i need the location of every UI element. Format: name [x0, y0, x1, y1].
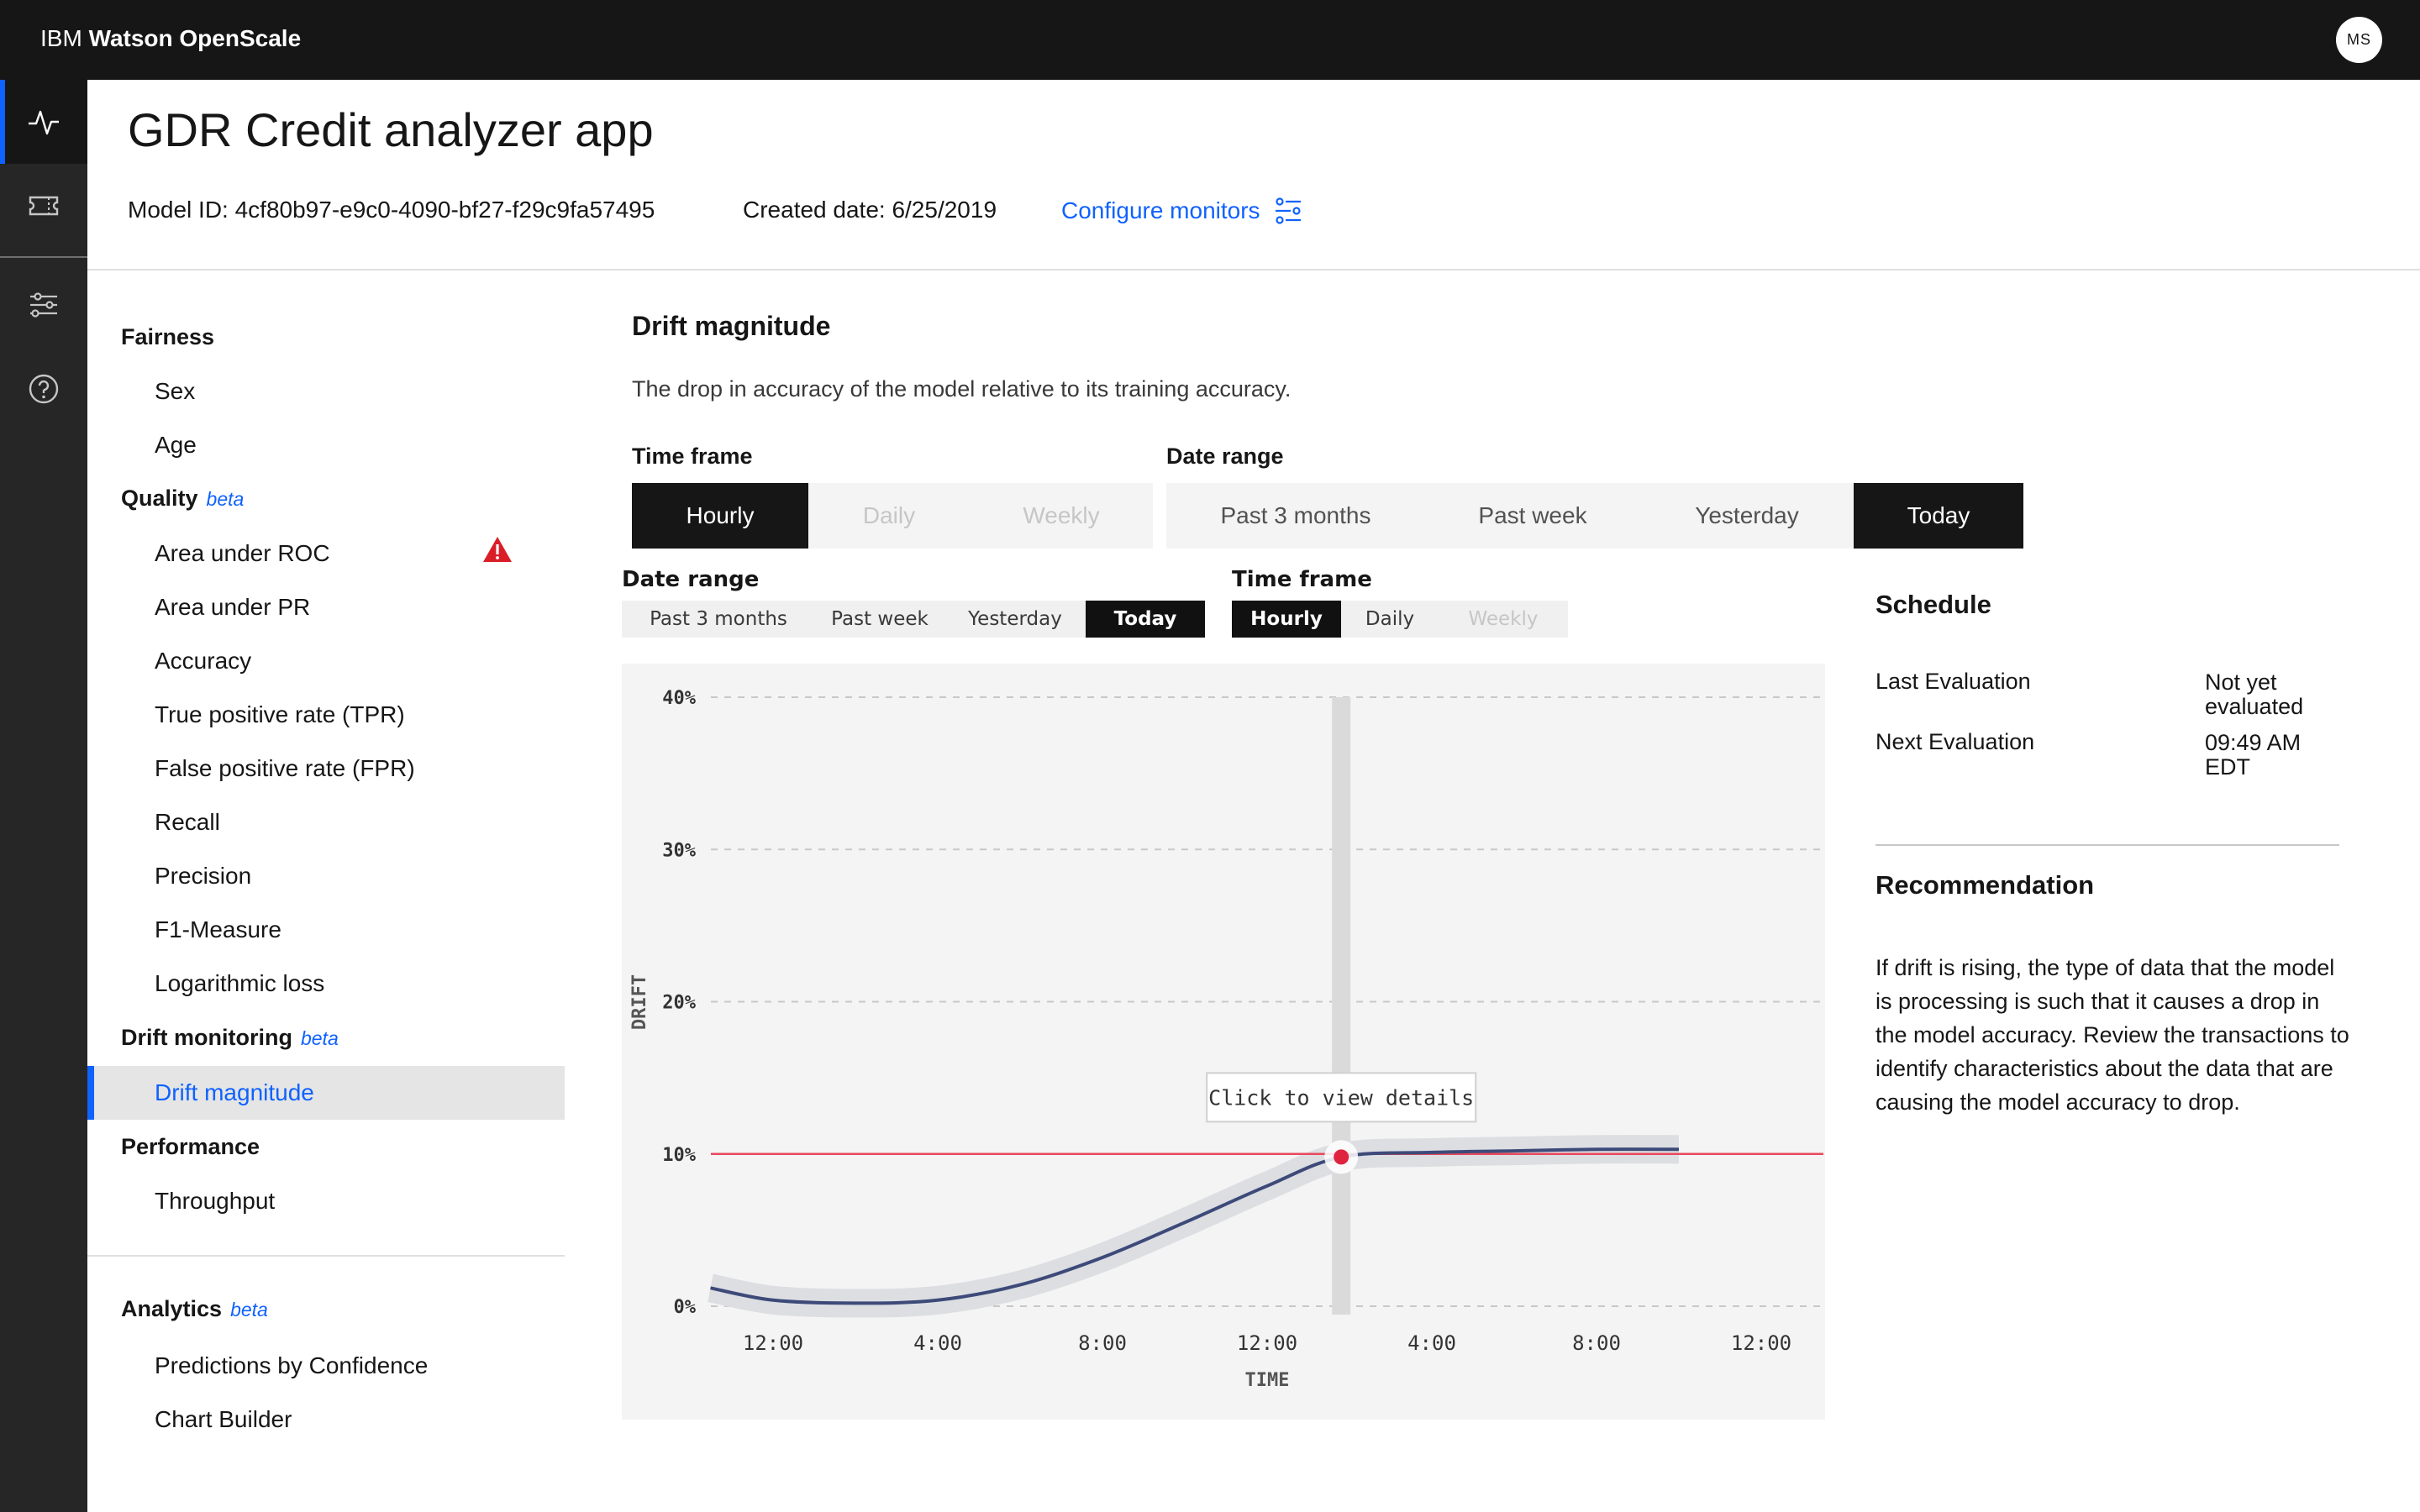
- next-evaluation-label: Next Evaluation: [1876, 729, 2035, 754]
- y-tick-label: 0%: [674, 1297, 697, 1318]
- section-title: Drift magnitude: [632, 311, 831, 341]
- created-date: Created date: 6/25/2019: [743, 197, 997, 223]
- nav-heading-performance: Performance: [121, 1134, 260, 1159]
- confidence-band: [708, 1135, 1680, 1318]
- date-range-yesterday[interactable]: Yesterday: [1640, 483, 1854, 549]
- nav-item-area-under-pr[interactable]: Area under PR: [155, 594, 310, 621]
- highlight-column: [1332, 697, 1351, 1315]
- beta-badge: beta: [300, 1027, 339, 1049]
- y-tick-label: 20%: [662, 993, 696, 1014]
- y-tick-label: 10%: [662, 1145, 696, 1166]
- left-rail: [0, 80, 87, 1512]
- sliders-icon: [1275, 197, 1301, 224]
- rail-monitor-button[interactable]: [0, 80, 87, 164]
- y-axis-title: DRIFT: [629, 974, 650, 1030]
- date-range-label: Date range: [1166, 444, 1284, 469]
- header-divider: [87, 269, 2420, 270]
- tooltip-text: Click to view details: [1208, 1085, 1474, 1110]
- drift-chart-panel: Date range Past 3 months Past week Yeste…: [613, 567, 1832, 1424]
- x-tick-label: 12:00: [743, 1331, 803, 1355]
- y-tick-label: 40%: [662, 688, 696, 709]
- nav-item-age[interactable]: Age: [155, 432, 197, 459]
- nav-item-log-loss[interactable]: Logarithmic loss: [155, 970, 324, 997]
- brand-prefix: IBM: [40, 25, 82, 51]
- nav-item-sex[interactable]: Sex: [155, 378, 195, 405]
- rail-settings-button[interactable]: [0, 263, 87, 347]
- nav-item-drift-magnitude[interactable]: Drift magnitude: [155, 1079, 314, 1106]
- model-id: Model ID: 4cf80b97-e9c0-4090-bf27-f29c9f…: [128, 197, 655, 223]
- nav-item-precision[interactable]: Precision: [155, 863, 251, 890]
- schedule-title: Schedule: [1876, 590, 1991, 619]
- section-description: The drop in accuracy of the model relati…: [632, 376, 1292, 402]
- beta-badge: beta: [206, 488, 245, 510]
- warning-icon: [483, 537, 512, 562]
- activity-icon: [29, 110, 59, 135]
- rail-divider: [0, 256, 87, 258]
- date-range-past-week[interactable]: Past week: [1425, 483, 1640, 549]
- sliders-icon: [30, 292, 57, 318]
- recommendation-title: Recommendation: [1876, 870, 2095, 900]
- nav-heading-drift: Drift monitoring beta: [121, 1025, 339, 1050]
- top-bar: IBM Watson OpenScale MS: [0, 0, 2420, 80]
- rail-ticket-button[interactable]: [0, 164, 87, 248]
- configure-monitors-label: Configure monitors: [1061, 197, 1260, 223]
- last-evaluation-label: Last Evaluation: [1876, 669, 2031, 694]
- time-frame-label: Time frame: [632, 444, 753, 469]
- y-tick-label: 30%: [662, 840, 696, 861]
- date-range-today[interactable]: Today: [1854, 483, 2023, 549]
- app-brand[interactable]: IBM Watson OpenScale: [40, 25, 301, 52]
- last-evaluation-value: Not yet evaluated: [2205, 669, 2304, 719]
- nav-heading-analytics: Analytics beta: [121, 1296, 268, 1321]
- nav-item-throughput[interactable]: Throughput: [155, 1188, 275, 1215]
- time-frame-daily[interactable]: Daily: [808, 483, 970, 549]
- nav-heading-fairness: Fairness: [121, 324, 215, 349]
- nav-item-accuracy[interactable]: Accuracy: [155, 648, 251, 675]
- recommendation-text: If drift is rising, the type of data tha…: [1876, 955, 2349, 1115]
- x-tick-label: 8:00: [1078, 1331, 1127, 1355]
- nav-item-tpr[interactable]: True positive rate (TPR): [155, 701, 405, 728]
- x-tick-label: 8:00: [1572, 1331, 1621, 1355]
- nav-item-fpr[interactable]: False positive rate (FPR): [155, 755, 415, 782]
- nav-divider: [87, 1255, 565, 1257]
- nav-item-chart-builder[interactable]: Chart Builder: [155, 1406, 292, 1433]
- date-range-switcher: Past 3 months Past week Yesterday Today: [1166, 483, 2023, 549]
- configure-monitors-link[interactable]: Configure monitors: [1061, 197, 1302, 225]
- drift-chart[interactable]: 0% 10% 20% 30% 40% 12:00 4:00 8:00 12:00 4:00 8:00…: [613, 567, 1832, 1424]
- help-icon: [29, 374, 59, 404]
- x-tick-label: 12:00: [1731, 1331, 1791, 1355]
- brand-name: Watson OpenScale: [88, 25, 302, 51]
- x-tick-label: 4:00: [913, 1331, 962, 1355]
- x-tick-label: 12:00: [1237, 1331, 1297, 1355]
- x-tick-label: 4:00: [1407, 1331, 1456, 1355]
- nav-item-f1-measure[interactable]: F1-Measure: [155, 916, 281, 943]
- user-avatar[interactable]: MS: [2336, 17, 2382, 63]
- nav-item-area-under-roc[interactable]: Area under ROC: [155, 540, 330, 567]
- date-range-past-3-months[interactable]: Past 3 months: [1166, 483, 1425, 549]
- x-axis-title: TIME: [1245, 1370, 1290, 1391]
- time-frame-switcher: Hourly Daily Weekly: [632, 483, 1153, 549]
- highlight-marker: [1334, 1149, 1349, 1165]
- nav-item-predictions-by-confidence[interactable]: Predictions by Confidence: [155, 1352, 428, 1379]
- time-frame-weekly[interactable]: Weekly: [970, 483, 1153, 549]
- ticket-icon: [29, 196, 59, 216]
- page-title: GDR Credit analyzer app: [128, 103, 654, 156]
- schedule-divider: [1876, 844, 2339, 846]
- time-frame-hourly[interactable]: Hourly: [632, 483, 808, 549]
- next-evaluation-value: 09:49 AM EDT: [2205, 730, 2302, 780]
- nav-item-recall[interactable]: Recall: [155, 809, 220, 836]
- nav-heading-quality: Quality beta: [121, 486, 245, 511]
- beta-badge: beta: [230, 1299, 268, 1320]
- rail-help-button[interactable]: [0, 347, 87, 431]
